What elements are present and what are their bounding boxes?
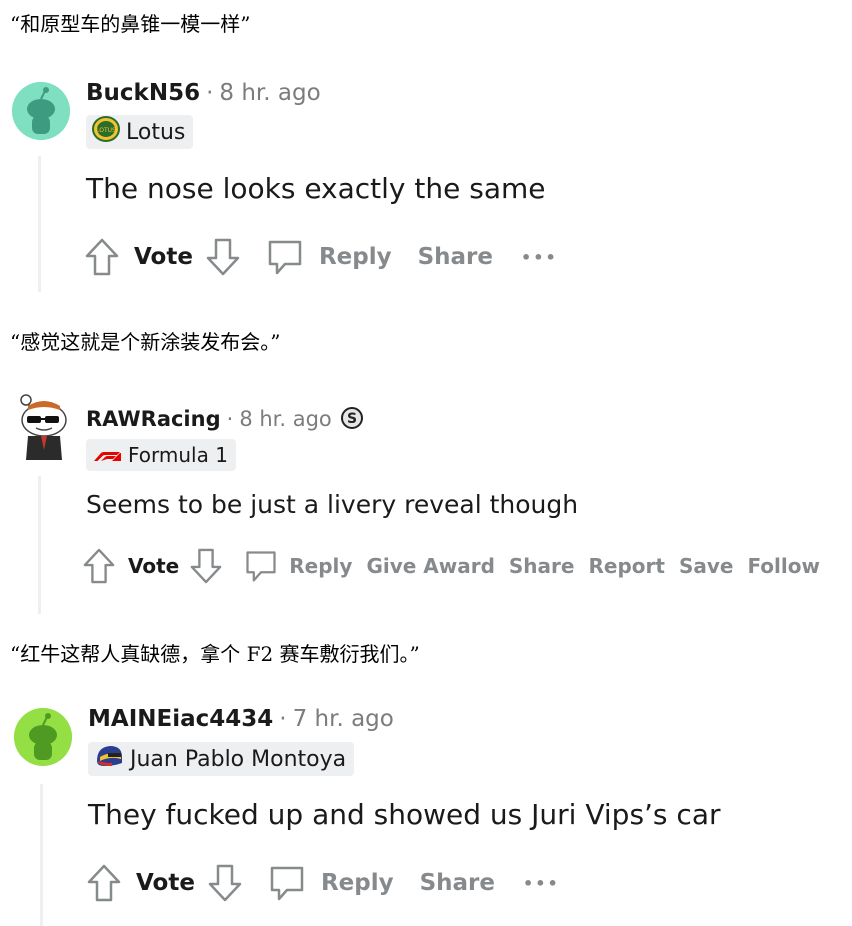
vote-label: Vote xyxy=(136,870,195,896)
username[interactable]: MAINEiac4434 xyxy=(88,706,273,732)
username[interactable]: BuckN56 xyxy=(86,80,200,106)
timestamp[interactable]: 7 hr. ago xyxy=(293,706,394,732)
snoo-avatar-icon xyxy=(14,708,72,766)
caption-3: “红牛这帮人真缺德，拿个 F2 赛车敷衍我们。” xyxy=(10,642,420,666)
f1-logo-icon xyxy=(92,443,122,467)
more-options-button[interactable]: ••• xyxy=(523,874,560,893)
more-options-button[interactable]: ••• xyxy=(521,248,558,267)
svg-text:S: S xyxy=(347,411,357,427)
flair-label: Juan Pablo Montoya xyxy=(130,746,347,772)
vote-label: Vote xyxy=(128,554,180,578)
share-button[interactable]: Share xyxy=(509,554,575,578)
avatar[interactable] xyxy=(12,82,70,140)
svg-text:LOTUS: LOTUS xyxy=(96,127,116,134)
reply-button[interactable]: Reply xyxy=(289,554,352,578)
share-button[interactable]: Share xyxy=(418,244,493,270)
flair-label: Formula 1 xyxy=(128,443,228,467)
reply-button[interactable]: Reply xyxy=(321,870,394,896)
comment-body: Seems to be just a livery reveal though xyxy=(86,490,579,519)
caption-1: “和原型车的鼻锥一模一样” xyxy=(10,12,251,36)
downvote-icon[interactable] xyxy=(189,547,223,585)
reply-button[interactable]: Reply xyxy=(319,244,392,270)
upvote-icon[interactable] xyxy=(84,237,120,277)
thread-line[interactable] xyxy=(38,156,41,292)
avatar[interactable] xyxy=(14,392,70,460)
thread-line[interactable] xyxy=(40,784,43,926)
comment-meta: MAINEiac4434 · 7 hr. ago xyxy=(88,706,394,732)
caption-2: “感觉这就是个新涂装发布会。” xyxy=(10,330,281,354)
comment-meta: BuckN56 · 8 hr. ago xyxy=(86,80,321,106)
give-award-button[interactable]: Give Award xyxy=(366,554,494,578)
helmet-icon xyxy=(94,743,124,775)
thread-line[interactable] xyxy=(38,476,41,614)
save-button[interactable]: Save xyxy=(679,554,734,578)
reply-icon[interactable] xyxy=(265,237,305,277)
lotus-badge-icon: LOTUS xyxy=(92,116,120,148)
avatar[interactable] xyxy=(14,708,72,766)
meta-separator: · xyxy=(206,80,214,106)
comment-body: The nose looks exactly the same xyxy=(86,172,546,205)
user-flair: Formula 1 xyxy=(86,439,236,471)
downvote-icon[interactable] xyxy=(207,863,243,903)
comment-meta: RAWRacing · 8 hr. ago S xyxy=(86,406,364,431)
timestamp[interactable]: 8 hr. ago xyxy=(239,407,331,431)
upvote-icon[interactable] xyxy=(82,547,116,585)
report-button[interactable]: Report xyxy=(588,554,664,578)
reply-icon[interactable] xyxy=(267,863,307,903)
downvote-icon[interactable] xyxy=(205,237,241,277)
meta-separator: · xyxy=(226,407,234,431)
meta-separator: · xyxy=(279,706,287,732)
share-button[interactable]: Share xyxy=(420,870,495,896)
username[interactable]: RAWRacing xyxy=(86,407,221,431)
vote-label: Vote xyxy=(134,244,193,270)
snoo-avatar-icon xyxy=(12,82,70,140)
action-bar: Vote Reply Share ••• xyxy=(84,236,558,278)
user-flair: LOTUS Lotus xyxy=(86,115,194,149)
user-flair: Juan Pablo Montoya xyxy=(88,742,355,776)
comment-body: They fucked up and showed us Juri Vips’s… xyxy=(88,798,721,831)
follow-button[interactable]: Follow xyxy=(747,554,820,578)
timestamp[interactable]: 8 hr. ago xyxy=(219,80,320,106)
flair-label: Lotus xyxy=(126,119,186,145)
action-bar: Vote Reply Share ••• xyxy=(86,862,560,904)
reply-icon[interactable] xyxy=(243,547,279,585)
action-bar: Vote Reply Give Award Share Report Save … xyxy=(82,546,820,586)
award-s-icon: S xyxy=(340,406,364,431)
snoo-sunglasses-avatar-icon xyxy=(20,394,67,460)
upvote-icon[interactable] xyxy=(86,863,122,903)
